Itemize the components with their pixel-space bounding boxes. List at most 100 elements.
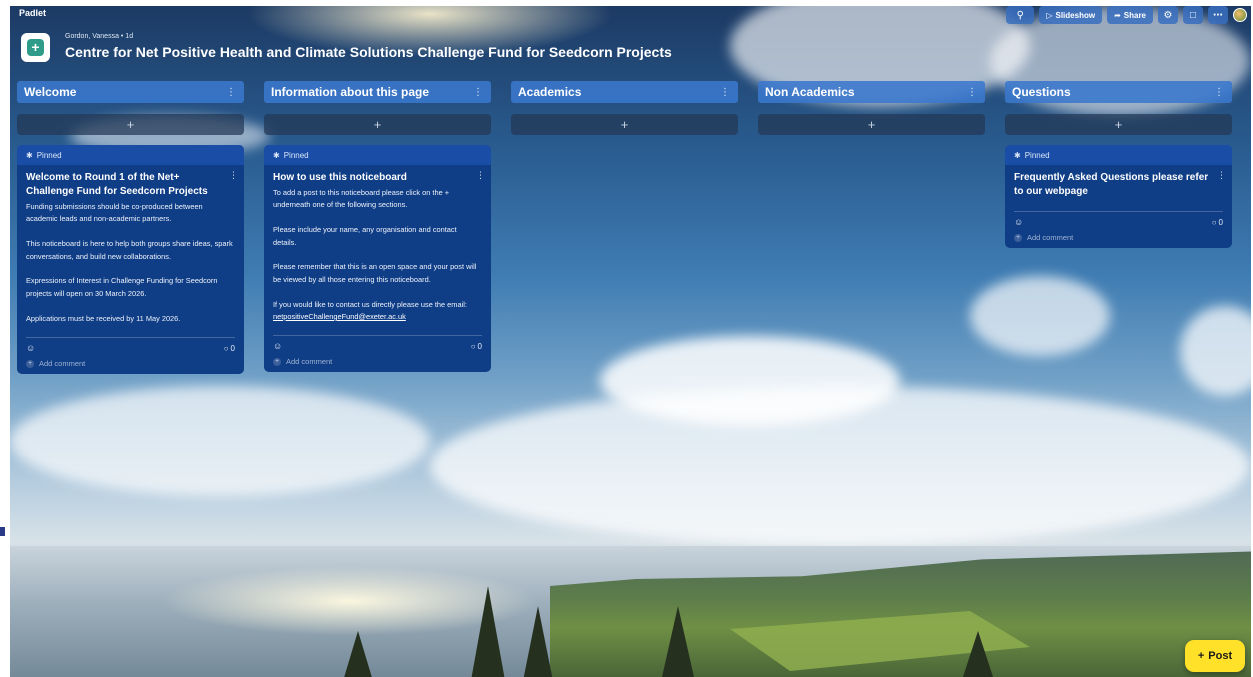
cloud xyxy=(10,386,430,496)
post-menu-icon[interactable]: ⋮ xyxy=(229,170,238,181)
padlet-logo[interactable]: Padlet xyxy=(19,8,46,18)
tree xyxy=(470,586,506,677)
board-title: Centre for Net Positive Health and Clima… xyxy=(65,44,672,60)
comment-count[interactable]: ○ 0 xyxy=(1212,218,1223,227)
tree xyxy=(520,606,556,677)
comment-count-value: 0 xyxy=(230,343,235,353)
section-non-academics: Non Academics ⋮ + xyxy=(758,81,985,135)
comment-count[interactable]: ○ 0 xyxy=(224,344,235,353)
add-reaction-icon[interactable]: ☺ xyxy=(273,341,282,351)
comment-count-value: 0 xyxy=(477,341,482,351)
add-comment-button[interactable]: + Add comment xyxy=(17,353,244,374)
pinned-label: Pinned xyxy=(36,150,62,160)
settings-button[interactable]: ⚙ xyxy=(1158,6,1178,24)
comment-icon: ○ xyxy=(470,341,476,351)
section-academics: Academics ⋮ + xyxy=(511,81,738,135)
search-icon: ⚲ xyxy=(1016,9,1024,21)
plus-square-icon[interactable]: + xyxy=(21,33,50,62)
tree xyxy=(960,631,996,677)
section-menu-icon[interactable]: ⋮ xyxy=(1214,87,1224,98)
post-footer: ☺ ○ 0 xyxy=(26,337,235,353)
section-menu-icon[interactable]: ⋮ xyxy=(720,87,730,98)
section-header: Questions ⋮ xyxy=(1005,81,1232,103)
play-icon: ▷ xyxy=(1046,10,1053,20)
pin-icon: ✱ xyxy=(1014,150,1021,160)
post-footer: ☺ ○ 0 xyxy=(1014,211,1223,227)
add-comment-label: Add comment xyxy=(286,357,333,367)
section-welcome: Welcome ⋮ + ✱ Pinned ⋮ Welcome to Round … xyxy=(17,81,244,375)
section-title: Questions xyxy=(1012,85,1071,99)
section-header: Information about this page ⋮ xyxy=(264,81,491,103)
add-post-button[interactable]: + xyxy=(511,114,738,135)
more-icon: ⋯ xyxy=(1213,9,1223,21)
pinned-label: Pinned xyxy=(1024,150,1050,160)
more-button[interactable]: ⋯ xyxy=(1208,6,1228,24)
search-button[interactable]: ⚲ xyxy=(1006,6,1035,24)
post-paragraph: Expressions of Interest in Challenge Fun… xyxy=(26,276,218,298)
section-header: Academics ⋮ xyxy=(511,81,738,103)
contact-text: If you would like to contact us directly… xyxy=(273,299,467,309)
post-paragraph: Applications must be received by 11 May … xyxy=(26,313,181,323)
add-post-button[interactable]: + xyxy=(17,114,244,135)
section-information: Information about this page ⋮ + ✱ Pinned… xyxy=(264,81,491,373)
section-title: Non Academics xyxy=(765,85,855,99)
post-card[interactable]: ✱ Pinned ⋮ How to use this noticeboard T… xyxy=(264,145,491,373)
slideshow-button[interactable]: ▷ Slideshow xyxy=(1039,6,1103,24)
post-title: How to use this noticeboard xyxy=(273,172,407,183)
comment-count[interactable]: ○ 0 xyxy=(471,342,482,351)
post-paragraph: This noticeboard is here to help both gr… xyxy=(26,239,233,261)
cloud xyxy=(1180,306,1251,396)
post-footer: ☺ ○ 0 xyxy=(273,335,482,351)
post-card[interactable]: ✱ Pinned ⋮ Frequently Asked Questions pl… xyxy=(1005,145,1232,248)
post-card[interactable]: ✱ Pinned ⋮ Welcome to Round 1 of the Net… xyxy=(17,145,244,375)
slideshow-label: Slideshow xyxy=(1055,10,1096,20)
add-post-button[interactable]: + xyxy=(758,114,985,135)
board-author-meta: Gordon, Vanessa • 1d xyxy=(65,33,134,40)
add-post-button[interactable]: + xyxy=(1005,114,1232,135)
top-toolbar: ⚲ ▷ Slideshow ➦ Share ⚙ □ ⋯ xyxy=(1006,6,1247,24)
post-menu-icon[interactable]: ⋮ xyxy=(1217,170,1226,181)
avatar[interactable] xyxy=(1233,8,1247,22)
plus-icon: + xyxy=(1197,650,1205,662)
new-post-label: Post xyxy=(1208,650,1233,662)
gear-icon: ⚙ xyxy=(1163,9,1173,21)
post-body: To add a post to this noticeboard please… xyxy=(273,187,482,323)
post-title: Welcome to Round 1 of the Net+ Challenge… xyxy=(26,172,208,197)
add-comment-label: Add comment xyxy=(1027,233,1074,242)
email-link[interactable]: netpositiveChallengeFund@exeter.ac.uk xyxy=(273,312,406,321)
plus-circle-icon: + xyxy=(273,357,281,366)
section-menu-icon[interactable]: ⋮ xyxy=(967,87,977,98)
post-paragraph: If you would like to contact us directly… xyxy=(273,299,482,324)
share-button[interactable]: ➦ Share xyxy=(1107,6,1153,24)
plus-circle-icon: + xyxy=(26,359,34,368)
pinned-bar: ✱ Pinned xyxy=(17,145,244,165)
plus-circle-icon: + xyxy=(1014,233,1022,242)
add-post-button[interactable]: + xyxy=(264,114,491,135)
section-questions: Questions ⋮ + ✱ Pinned ⋮ Frequently Aske… xyxy=(1005,81,1232,248)
share-label: Share xyxy=(1123,10,1146,20)
copy-icon: □ xyxy=(1189,9,1197,21)
add-comment-button[interactable]: + Add comment xyxy=(1005,227,1232,248)
pinned-label: Pinned xyxy=(283,150,309,160)
add-comment-label: Add comment xyxy=(39,359,86,369)
section-title: Welcome xyxy=(24,85,77,99)
section-title: Information about this page xyxy=(271,85,429,99)
pin-icon: ✱ xyxy=(26,150,33,160)
add-comment-button[interactable]: + Add comment xyxy=(264,351,491,372)
post-menu-icon[interactable]: ⋮ xyxy=(476,170,485,181)
pin-icon: ✱ xyxy=(273,150,280,160)
add-reaction-icon[interactable]: ☺ xyxy=(1014,217,1023,227)
remake-button[interactable]: □ xyxy=(1183,6,1203,24)
add-reaction-icon[interactable]: ☺ xyxy=(26,343,35,353)
section-header: Non Academics ⋮ xyxy=(758,81,985,103)
section-menu-icon[interactable]: ⋮ xyxy=(473,87,483,98)
post-body: Funding submissions should be co-produce… xyxy=(26,201,235,325)
new-post-button[interactable]: + Post xyxy=(1185,640,1245,672)
comment-icon: ○ xyxy=(1211,217,1217,227)
section-header: Welcome ⋮ xyxy=(17,81,244,103)
pinned-bar: ✱ Pinned xyxy=(1005,145,1232,165)
post-title: Frequently Asked Questions please refer … xyxy=(1014,172,1209,197)
section-title: Academics xyxy=(518,85,582,99)
section-menu-icon[interactable]: ⋮ xyxy=(226,87,236,98)
pinned-bar: ✱ Pinned xyxy=(264,145,491,165)
